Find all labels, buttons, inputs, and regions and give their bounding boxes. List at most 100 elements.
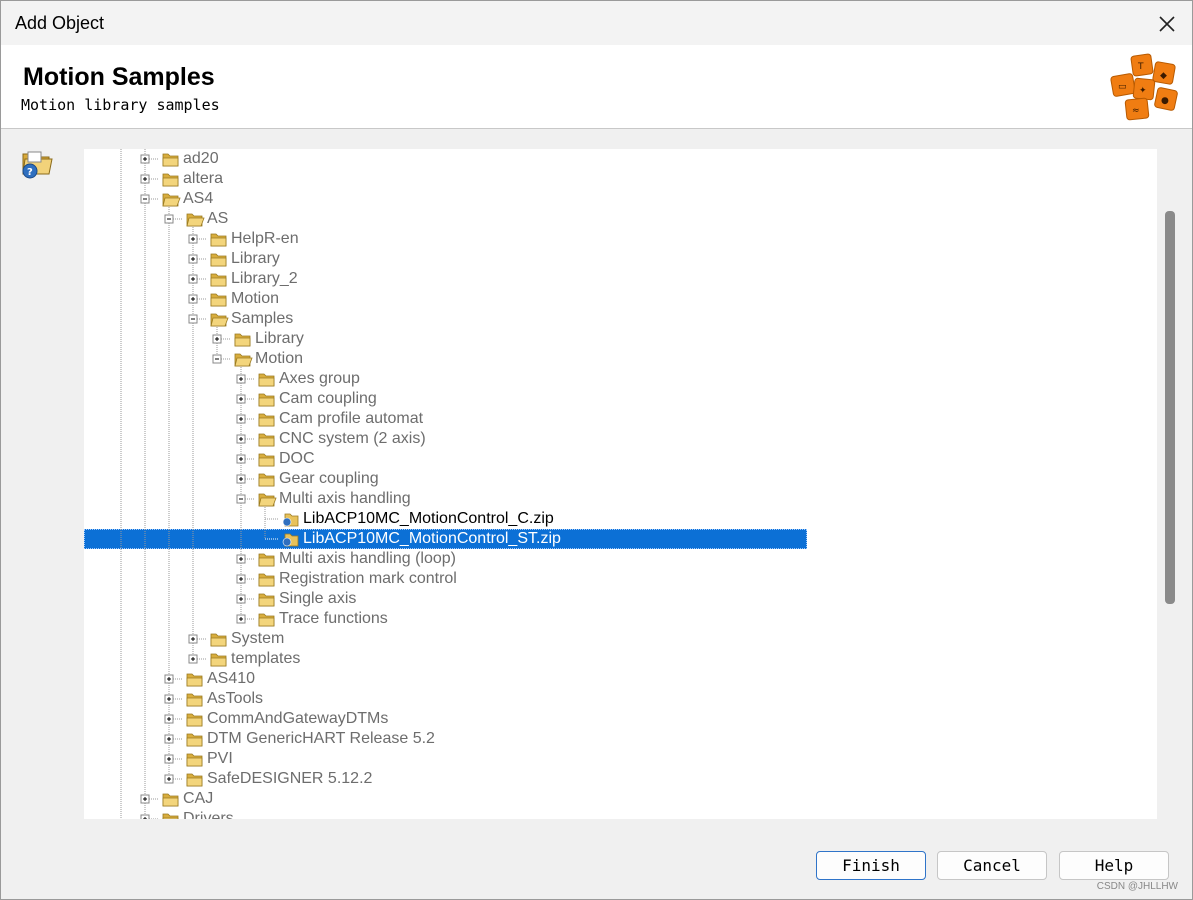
plus-box-icon[interactable] [164, 734, 174, 744]
plus-box-icon[interactable] [236, 454, 246, 464]
tree-item-folder[interactable]: Motion [255, 349, 303, 369]
svg-text:✦: ✦ [1139, 86, 1147, 96]
tree-item-folder[interactable]: Registration mark control [279, 569, 457, 589]
minus-box-icon[interactable] [140, 194, 150, 204]
tree-scrollbar[interactable] [1161, 149, 1181, 819]
tree-item-folder[interactable]: CAJ [183, 789, 213, 809]
folder-icon [210, 273, 227, 287]
tree-item-folder[interactable]: CNC system (2 axis) [279, 429, 426, 449]
minus-box-icon[interactable] [188, 314, 198, 324]
folder-icon [186, 733, 203, 747]
add-object-dialog: Add Object Motion Samples Motion library… [0, 0, 1193, 900]
tree-item-file[interactable]: LibACP10MC_MotionControl_C.zip [303, 509, 554, 529]
automation-studio-logo: T ◆ ▭ ✦ ● ≈ [1110, 53, 1178, 121]
tree-item-folder[interactable]: Cam profile automat [279, 409, 423, 429]
tree-item-folder[interactable]: Gear coupling [279, 469, 379, 489]
minus-box-icon[interactable] [236, 494, 246, 504]
folder-open-icon [210, 313, 229, 327]
file-tree[interactable]: ad20 altera AS4 AS HelpR-en Library Library_2 M… [84, 149, 1157, 819]
tree-item-folder[interactable]: Motion [231, 289, 279, 309]
tree-item-folder[interactable]: AS410 [207, 669, 255, 689]
tree-item-file[interactable]: LibACP10MC_MotionControl_ST.zip [303, 529, 561, 549]
tree-item-folder[interactable]: SafeDESIGNER 5.12.2 [207, 769, 372, 789]
plus-box-icon[interactable] [164, 714, 174, 724]
folder-icon [162, 813, 179, 819]
plus-box-icon[interactable] [164, 754, 174, 764]
folder-icon [258, 573, 275, 587]
tree-item-folder[interactable]: Single axis [279, 589, 356, 609]
plus-box-icon[interactable] [188, 294, 198, 304]
tree-item-folder[interactable]: Library [231, 249, 280, 269]
folder-icon [186, 713, 203, 727]
watermark: CSDN @JHLLHW [1096, 881, 1178, 892]
plus-box-icon[interactable] [188, 254, 198, 264]
plus-box-icon[interactable] [236, 414, 246, 424]
folder-icon [258, 393, 275, 407]
plus-box-icon[interactable] [236, 374, 246, 384]
close-button[interactable] [1152, 9, 1182, 39]
plus-box-icon[interactable] [188, 274, 198, 284]
folder-icon [210, 633, 227, 647]
plus-box-icon[interactable] [188, 234, 198, 244]
plus-box-icon[interactable] [236, 594, 246, 604]
plus-box-icon[interactable] [140, 174, 150, 184]
tree-item-folder[interactable]: Multi axis handling [279, 489, 411, 509]
folder-icon [186, 773, 203, 787]
plus-box-icon[interactable] [140, 794, 150, 804]
tree-item-folder[interactable]: Library [255, 329, 304, 349]
zip-file-icon [282, 533, 299, 547]
folder-icon [186, 693, 203, 707]
plus-box-icon[interactable] [164, 674, 174, 684]
tree-item-folder[interactable]: Multi axis handling (loop) [279, 549, 456, 569]
minus-box-icon[interactable] [164, 214, 174, 224]
folder-icon [258, 413, 275, 427]
tree-item-folder[interactable]: Drivers [183, 809, 234, 819]
folder-icon [162, 153, 179, 167]
folder-open-icon [186, 213, 205, 227]
scrollbar-thumb[interactable] [1165, 211, 1175, 604]
tree-item-folder[interactable]: HelpR-en [231, 229, 299, 249]
help-button[interactable]: Help [1059, 851, 1169, 880]
tree-item-folder[interactable]: templates [231, 649, 300, 669]
plus-box-icon[interactable] [140, 154, 150, 164]
tree-item-folder[interactable]: altera [183, 169, 223, 189]
svg-text:◆: ◆ [1160, 71, 1167, 81]
finish-button[interactable]: Finish [816, 851, 926, 880]
tree-item-folder[interactable]: Library_2 [231, 269, 298, 289]
folder-icon [258, 453, 275, 467]
plus-box-icon[interactable] [164, 694, 174, 704]
plus-box-icon[interactable] [236, 574, 246, 584]
plus-box-icon[interactable] [236, 434, 246, 444]
tree-item-folder[interactable]: System [231, 629, 284, 649]
folder-icon [258, 553, 275, 567]
tree-item-folder[interactable]: CommAndGatewayDTMs [207, 709, 388, 729]
tree-item-folder[interactable]: DTM GenericHART Release 5.2 [207, 729, 435, 749]
zip-file-icon [282, 513, 299, 527]
plus-box-icon[interactable] [188, 654, 198, 664]
tree-item-folder[interactable]: Samples [231, 309, 293, 329]
plus-box-icon[interactable] [236, 614, 246, 624]
svg-text:?: ? [27, 167, 33, 178]
plus-box-icon[interactable] [164, 774, 174, 784]
tree-item-folder[interactable]: AS4 [183, 189, 213, 209]
window-title: Add Object [15, 13, 105, 33]
tree-item-folder[interactable]: AS [207, 209, 228, 229]
plus-box-icon[interactable] [212, 334, 222, 344]
tree-item-folder[interactable]: Trace functions [279, 609, 388, 629]
plus-box-icon[interactable] [188, 634, 198, 644]
cancel-button[interactable]: Cancel [937, 851, 1047, 880]
plus-box-icon[interactable] [236, 474, 246, 484]
folder-icon [210, 233, 227, 247]
tree-item-folder[interactable]: PVI [207, 749, 233, 769]
tree-item-folder[interactable]: AsTools [207, 689, 263, 709]
tree-item-folder[interactable]: DOC [279, 449, 315, 469]
plus-box-icon[interactable] [236, 394, 246, 404]
tree-item-folder[interactable]: ad20 [183, 149, 219, 169]
plus-box-icon[interactable] [236, 554, 246, 564]
tree-item-folder[interactable]: Cam coupling [279, 389, 377, 409]
tree-item-folder[interactable]: Axes group [279, 369, 360, 389]
svg-text:T: T [1137, 62, 1144, 72]
plus-box-icon[interactable] [140, 814, 150, 819]
folder-open-icon [234, 353, 253, 367]
minus-box-icon[interactable] [212, 354, 222, 364]
